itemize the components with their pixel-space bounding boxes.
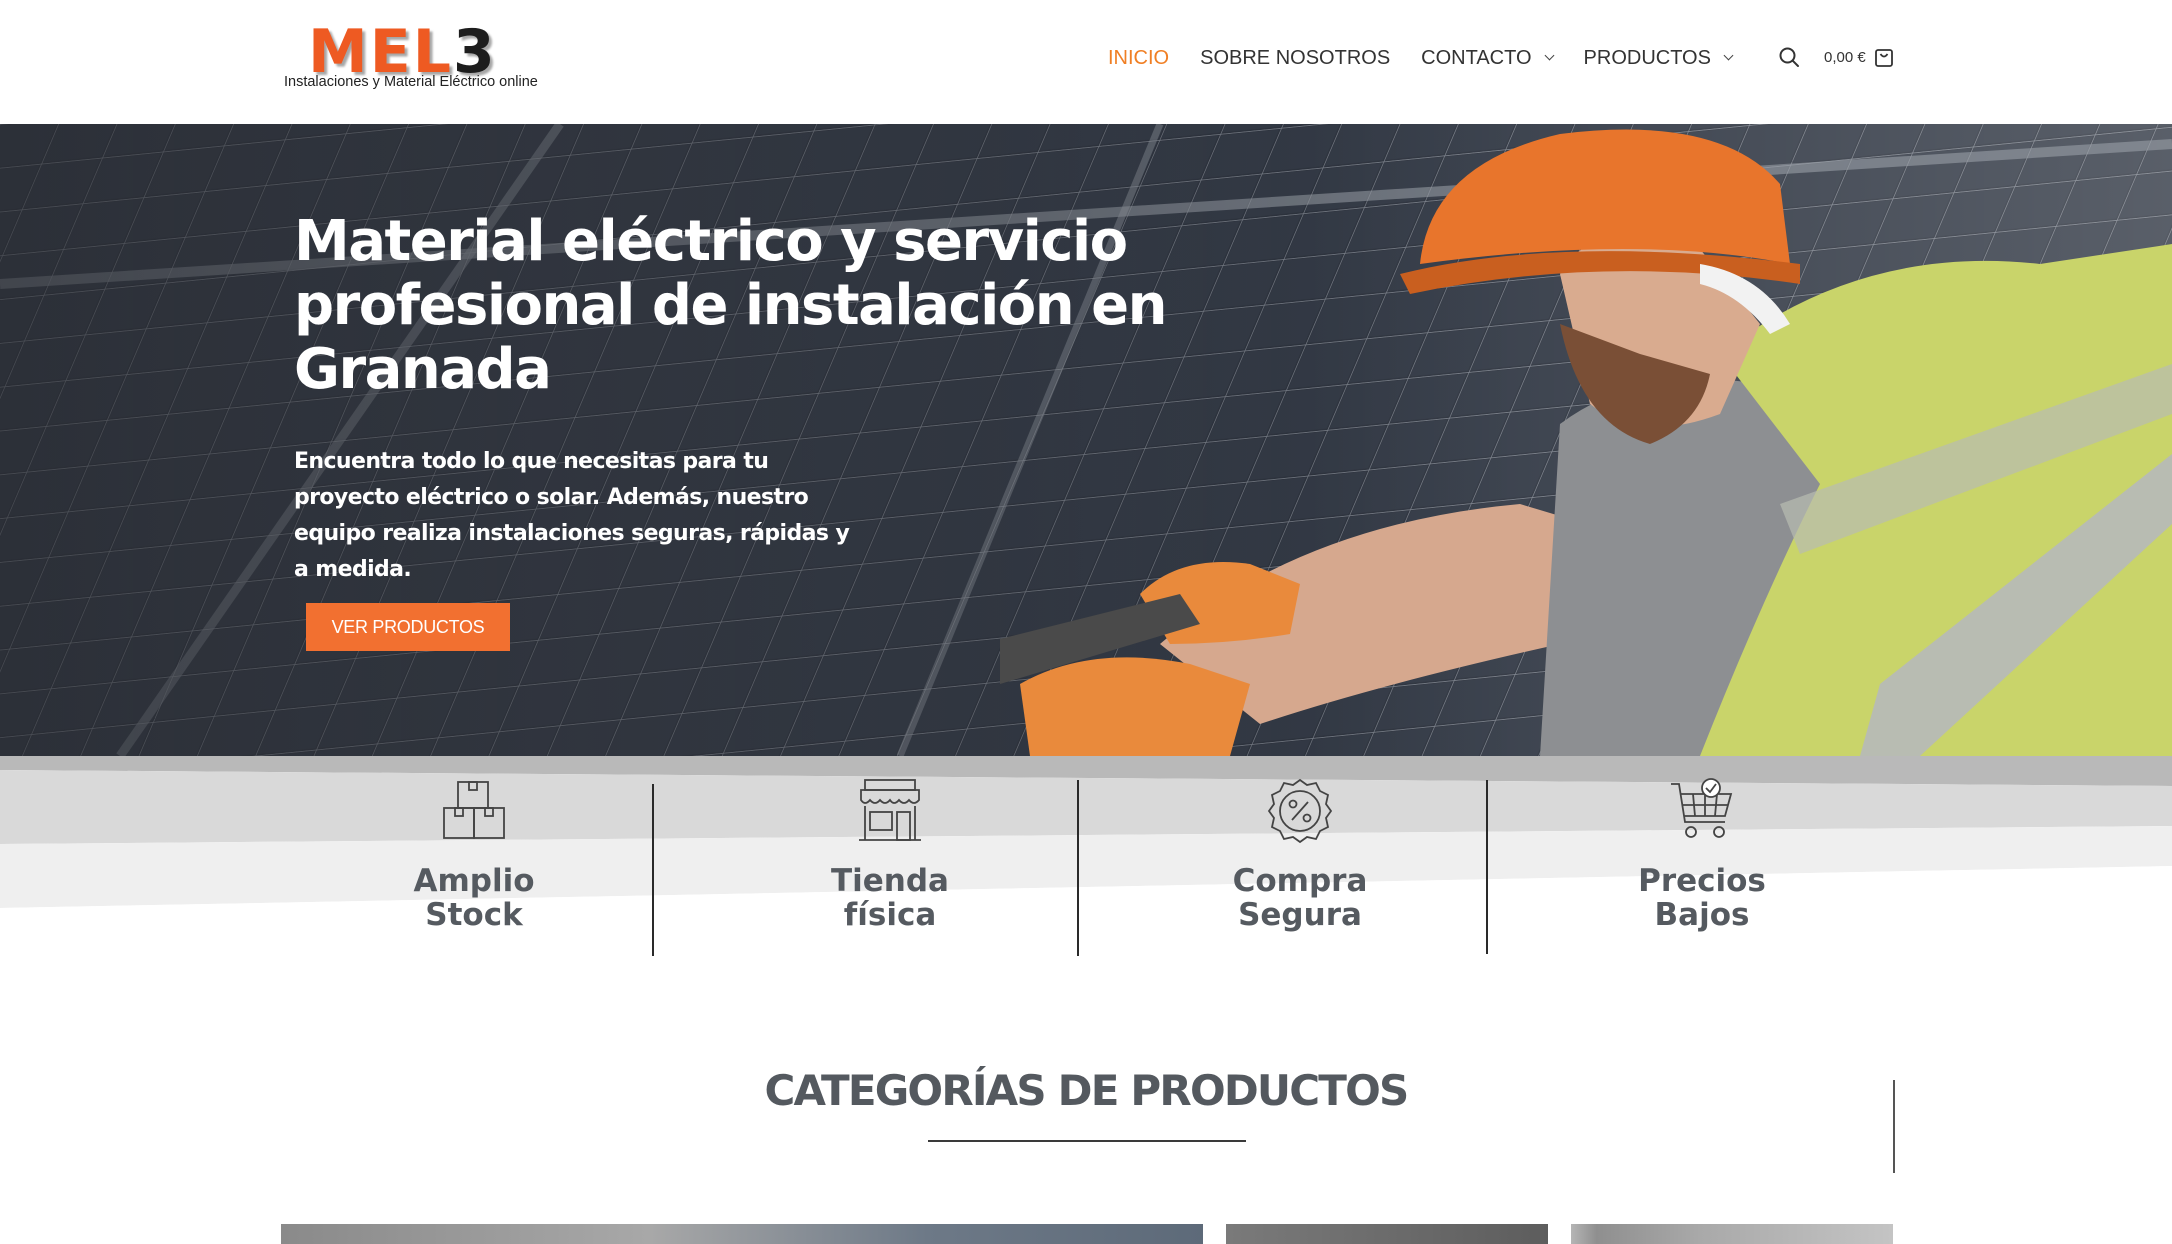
feature-compra-segura: Compra Segura bbox=[1150, 778, 1450, 932]
features-strip: Amplio Stock Tienda física Compra Segura… bbox=[0, 756, 2172, 956]
ver-productos-button[interactable]: VER PRODUCTOS bbox=[306, 603, 510, 651]
hero-title: Material eléctrico y servicio profesiona… bbox=[294, 209, 1167, 402]
feature-amplio-stock: Amplio Stock bbox=[324, 778, 624, 932]
category-card[interactable] bbox=[1226, 1224, 1548, 1244]
cart-total: 0,00 € bbox=[1824, 48, 1866, 66]
nav-item-inicio[interactable]: INICIO bbox=[1108, 47, 1169, 70]
vertical-rule bbox=[1893, 1080, 1895, 1173]
shopping-cart-icon bbox=[1671, 778, 1733, 838]
cart-button[interactable]: 0,00 € bbox=[1824, 44, 1894, 70]
percent-badge-icon bbox=[1267, 778, 1333, 844]
divider bbox=[652, 784, 654, 956]
nav-item-contacto[interactable]: CONTACTO bbox=[1421, 47, 1554, 70]
title-underline bbox=[928, 1140, 1246, 1142]
site-logo[interactable]: MEL3 Instalaciones y Material Eléctrico … bbox=[284, 20, 570, 96]
feature-label: Amplio Stock bbox=[413, 863, 535, 933]
nav-item-productos[interactable]: PRODUCTOS bbox=[1584, 47, 1734, 70]
search-icon[interactable] bbox=[1778, 46, 1800, 68]
feature-precios-bajos: Precios Bajos bbox=[1552, 778, 1852, 932]
feature-tienda-fisica: Tienda física bbox=[740, 778, 1040, 932]
shopping-bag-icon bbox=[1874, 49, 1893, 67]
chevron-down-icon bbox=[1544, 50, 1554, 60]
main-nav: INICIO SOBRE NOSOTROS CONTACTO PRODUCTOS bbox=[1108, 40, 1763, 76]
logo-tagline: Instalaciones y Material Eléctrico onlin… bbox=[284, 74, 538, 90]
boxes-icon bbox=[443, 781, 505, 839]
feature-label: Tienda física bbox=[831, 863, 949, 933]
nav-item-sobre-nosotros[interactable]: SOBRE NOSOTROS bbox=[1200, 47, 1390, 70]
chevron-down-icon bbox=[1723, 50, 1734, 60]
categories-title: CATEGORÍAS DE PRODUCTOS bbox=[764, 1066, 1410, 1115]
hero-banner: Material eléctrico y servicio profesiona… bbox=[0, 124, 2172, 756]
divider bbox=[1486, 780, 1488, 954]
storefront-icon bbox=[859, 779, 921, 841]
hero-description: Encuentra todo lo que necesitas para tu … bbox=[294, 449, 850, 582]
feature-label: Precios Bajos bbox=[1638, 863, 1766, 933]
divider bbox=[1077, 780, 1079, 956]
category-card[interactable] bbox=[281, 1224, 1203, 1244]
feature-label: Compra Segura bbox=[1232, 863, 1368, 933]
site-header: MEL3 Instalaciones y Material Eléctrico … bbox=[0, 0, 2172, 124]
category-card[interactable] bbox=[1571, 1224, 1893, 1244]
